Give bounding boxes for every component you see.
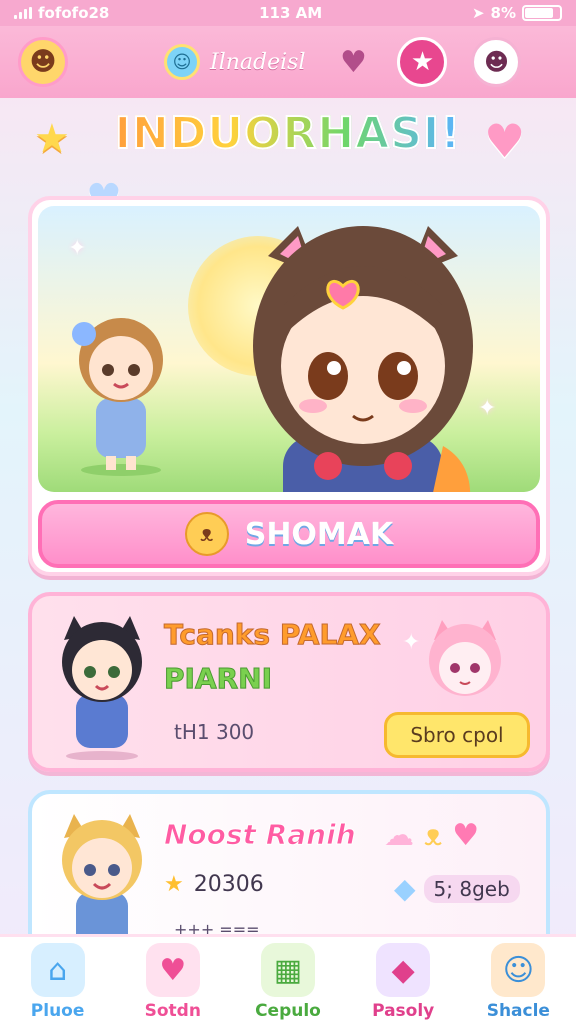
battery-fill xyxy=(525,8,553,18)
bottom-tab-bar: ⌂ Pluoe ♥ Sotdn ▦ Cepulo ◆ Pasoly ☺ Shacle xyxy=(0,934,576,1024)
tab-2[interactable]: ▦ Cepulo xyxy=(238,943,338,1021)
clock: 113 AM xyxy=(259,4,323,22)
battery-icon xyxy=(522,5,562,21)
hero-action-button[interactable]: ᴥ SHOMAK xyxy=(38,500,540,568)
tab-label: Cepulo xyxy=(255,1001,321,1021)
chibi-pink-avatar xyxy=(429,620,501,696)
chibi-cat-girl-avatar xyxy=(62,616,142,760)
cloud-heart-icon: ☁ xyxy=(384,818,414,853)
face-icon[interactable]: ☻ xyxy=(471,37,522,87)
status-right: ➤ 8% xyxy=(472,4,562,22)
card-subtitle: PIARNI xyxy=(163,662,273,696)
game-card[interactable]: Tcanks PALAX PIARNI tH1 300 ✦ Sbro cpol xyxy=(28,592,550,772)
score-row: ★ 20306 xyxy=(164,872,264,897)
bear-icon: ᴥ xyxy=(424,818,443,853)
heart-icon: ♥ xyxy=(145,943,200,997)
location-icon: ➤ xyxy=(471,4,485,22)
tab-label: Sotdn xyxy=(144,1001,201,1021)
tab-label: Shacle xyxy=(486,1001,550,1021)
app-header: ☻ ☺ Ilnadeisl ♥ ★ ☻ xyxy=(0,26,576,98)
status-bar: fofofo28 113 AM ➤ 8% xyxy=(0,0,576,26)
tab-label: Pluoe xyxy=(30,1001,85,1021)
hero-card: ✦ ✦ ᴥ SHOMAK xyxy=(28,196,550,576)
tab-4[interactable]: ☺ Shacle xyxy=(468,943,568,1021)
carrier-label: fofofo28 xyxy=(38,4,110,22)
side-value: 5; 8geb xyxy=(423,874,520,903)
gift-icon: ◆ xyxy=(376,943,431,997)
tab-0[interactable]: ⌂ Pluoe xyxy=(8,943,108,1021)
card-action-button[interactable]: Sbro cpol xyxy=(384,712,530,758)
house-icon: ⌂ xyxy=(30,943,85,997)
heart-icon: ♥ xyxy=(452,818,480,853)
card-side-info: ◆ 5; 8geb xyxy=(394,872,520,905)
header-center: ☺ Ilnadeisl xyxy=(164,44,305,80)
chibi-girl-small xyxy=(72,318,163,476)
card-price: tH1 300 xyxy=(174,720,255,744)
sun-face-icon: ☺ xyxy=(164,44,200,80)
bear-icon: ᴥ xyxy=(184,512,229,556)
star-icon[interactable]: ★ xyxy=(397,37,448,87)
hero-button-label: SHOMAK xyxy=(244,516,394,552)
hero-illustration: ✦ ✦ xyxy=(38,206,540,492)
gem-icon: ◆ xyxy=(394,872,416,905)
smiley-face-icon[interactable]: ☻ xyxy=(18,37,68,87)
signal-icon xyxy=(14,7,32,19)
chibi-girl-main xyxy=(253,226,473,492)
card-title: Tcanks PALAX xyxy=(164,618,382,652)
star-icon: ★ xyxy=(164,872,184,897)
tab-3[interactable]: ◆ Pasoly xyxy=(353,943,453,1021)
battery-label: 8% xyxy=(490,4,516,22)
sparkle-icon: ✦ xyxy=(402,630,421,655)
heart-icon[interactable]: ♥ xyxy=(333,45,373,80)
card-icons: ☁ ᴥ ♥ xyxy=(384,818,479,853)
sparkle-icon: ✦ xyxy=(68,236,87,261)
bear-face-icon: ☺ xyxy=(491,943,546,997)
tab-label: Pasoly xyxy=(372,1001,435,1021)
banner-title: INDUORHASI! xyxy=(0,107,576,160)
card-title: Noost Ranih xyxy=(164,818,357,852)
score-value: 20306 xyxy=(193,872,264,897)
tab-1[interactable]: ♥ Sotdn xyxy=(123,943,223,1021)
shop-icon: ▦ xyxy=(260,943,315,997)
app-title: Ilnadeisl xyxy=(210,49,306,75)
status-left: fofofo28 xyxy=(14,4,109,22)
